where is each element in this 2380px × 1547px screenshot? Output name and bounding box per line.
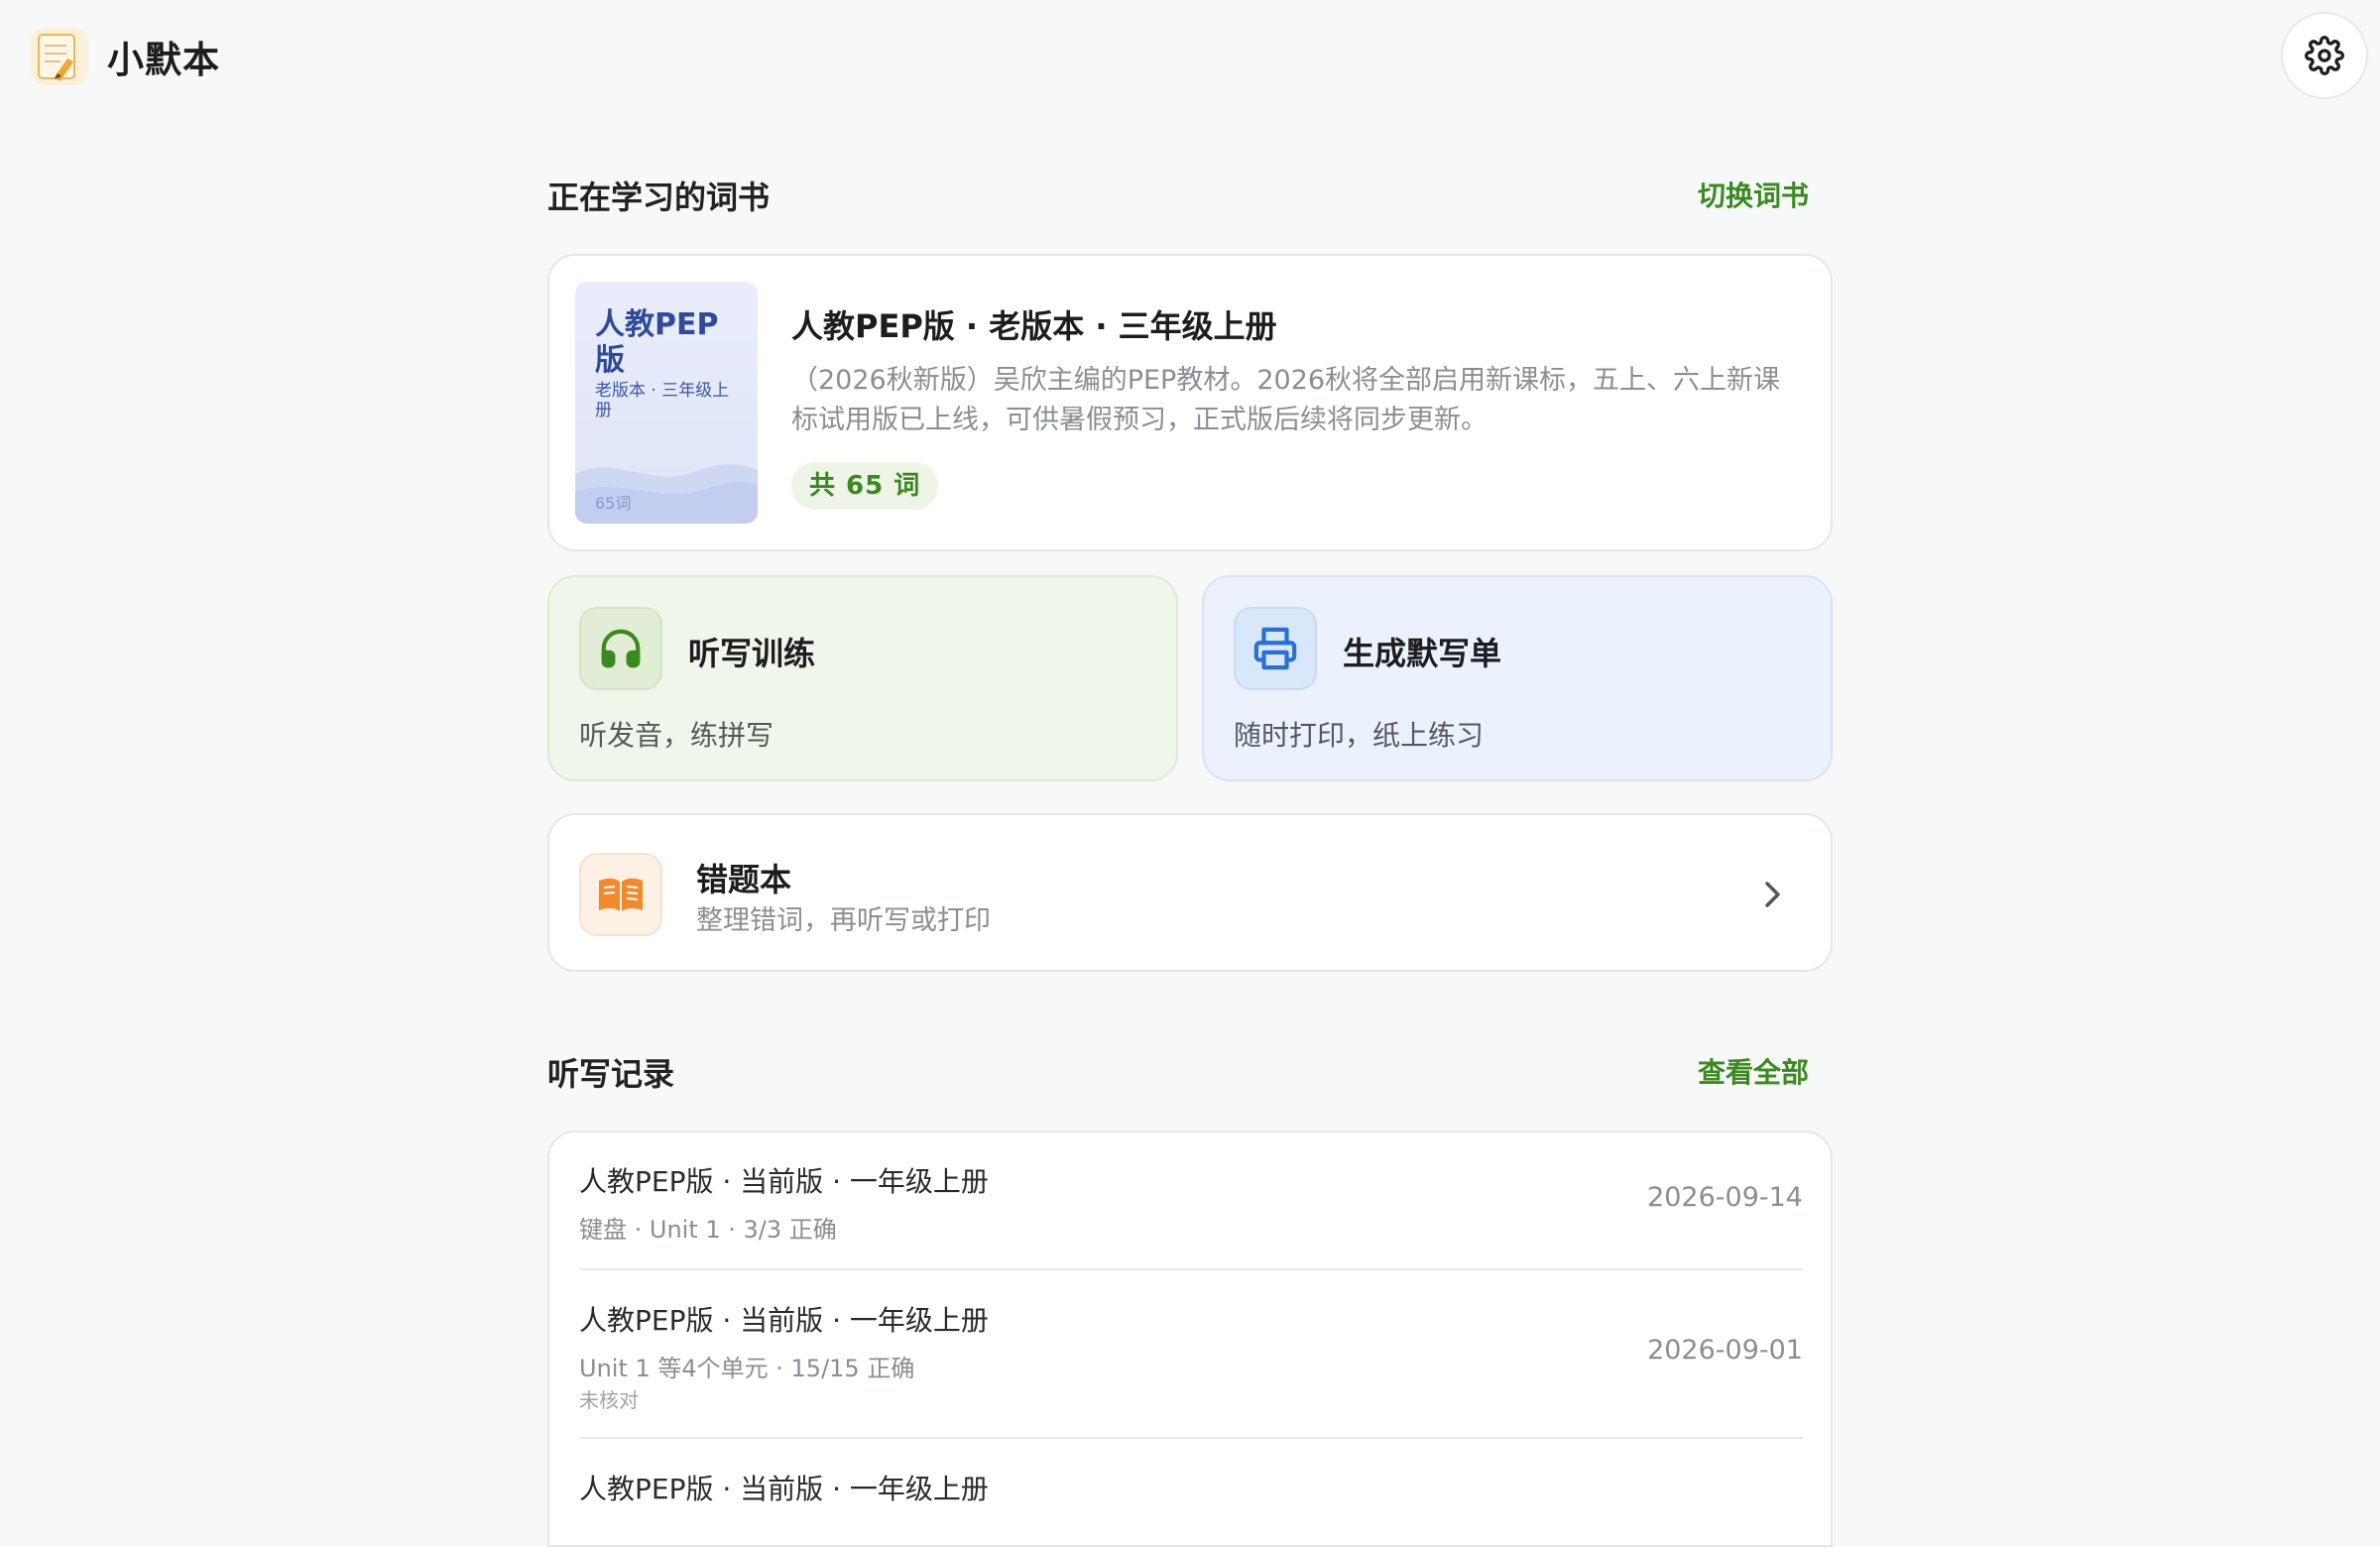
record-date: 2026-09-14 (1647, 1182, 1803, 1213)
headphones-icon (579, 607, 662, 690)
section-title: 正在学习的词书 (547, 178, 771, 216)
cover-title: 人教PEP版 (595, 307, 719, 378)
record-title: 人教PEP版 · 当前版 · 一年级上册 (579, 1473, 989, 1505)
word-count-badge: 共 65 词 (791, 462, 939, 510)
current-book-header: 正在学习的词书 切换词书 (547, 167, 1833, 216)
generate-sheet-card[interactable]: 生成默写单 随时打印，纸上练习 (1202, 575, 1833, 781)
mistake-book-card[interactable]: 错题本 整理错词，再听写或打印 (547, 813, 1833, 972)
record-item[interactable]: 人教PEP版 · 当前版 · 一年级上册 键盘 · Unit 1 · 3/3 正… (579, 1160, 1803, 1269)
mistake-book-title: 错题本 (696, 861, 792, 898)
view-all-link[interactable]: 查看全部 (1698, 1051, 1809, 1091)
top-bar: 小默本 (0, 0, 2380, 114)
mistake-book-subtitle: 整理错词，再听写或打印 (696, 905, 991, 936)
record-title: 人教PEP版 · 当前版 · 一年级上册 (579, 1165, 989, 1198)
settings-button[interactable] (2281, 12, 2368, 99)
cover-word-count: 65词 (595, 494, 632, 513)
printer-icon (1234, 607, 1317, 690)
cover-subtitle: 老版本 · 三年级上册 (595, 381, 730, 420)
book-description: （2026秋新版）吴欣主编的PEP教材。2026秋将全部启用新课标，五上、六上新… (791, 365, 1781, 435)
divider (579, 1437, 1803, 1439)
record-title: 人教PEP版 · 当前版 · 一年级上册 (579, 1304, 989, 1337)
record-item[interactable]: 人教PEP版 · 当前版 · 一年级上册 (579, 1468, 1803, 1547)
section-title: 听写记录 (547, 1055, 675, 1093)
record-meta: Unit 1 等4个单元 · 15/15 正确 (579, 1355, 915, 1382)
record-date: 2026-09-01 (1647, 1335, 1803, 1366)
gear-icon (2305, 36, 2344, 75)
book-cover: 人教PEP版 老版本 · 三年级上册 65词 (575, 282, 758, 524)
chevron-right-icon (1765, 882, 1780, 907)
switch-book-link[interactable]: 切换词书 (1698, 175, 1809, 214)
book-title: 人教PEP版 · 老版本 · 三年级上册 (791, 307, 1277, 345)
current-book-card[interactable]: 人教PEP版 老版本 · 三年级上册 65词 人教PEP版 · 老版本 · 三年… (547, 254, 1833, 551)
dictation-title: 听写训练 (688, 635, 816, 672)
records-header: 听写记录 查看全部 (547, 1043, 1833, 1093)
generate-sheet-subtitle: 随时打印，纸上练习 (1234, 719, 1485, 752)
generate-sheet-title: 生成默写单 (1343, 635, 1502, 672)
dictation-subtitle: 听发音，练拼写 (579, 719, 774, 752)
open-book-icon (579, 853, 662, 936)
divider (579, 1268, 1803, 1270)
record-item[interactable]: 人教PEP版 · 当前版 · 一年级上册 Unit 1 等4个单元 · 15/1… (579, 1299, 1803, 1438)
notebook-pencil-icon (31, 28, 88, 85)
dictation-training-card[interactable]: 听写训练 听发音，练拼写 (547, 575, 1178, 781)
app-title: 小默本 (107, 39, 220, 81)
records-list: 人教PEP版 · 当前版 · 一年级上册 键盘 · Unit 1 · 3/3 正… (547, 1130, 1833, 1547)
record-meta: 键盘 · Unit 1 · 3/3 正确 (579, 1216, 837, 1244)
record-status-note: 未核对 (579, 1388, 639, 1412)
